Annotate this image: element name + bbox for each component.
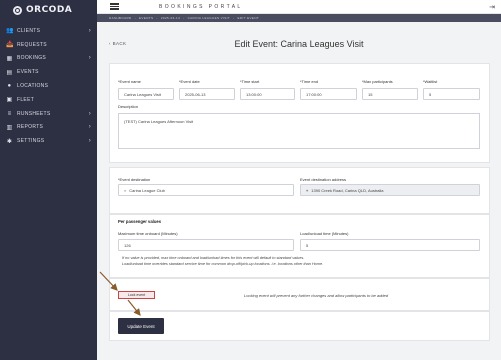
annotation-arrows — [99, 271, 141, 316]
annotation-arrow-update — [127, 299, 141, 316]
annotation-arrow-lock — [99, 271, 118, 291]
